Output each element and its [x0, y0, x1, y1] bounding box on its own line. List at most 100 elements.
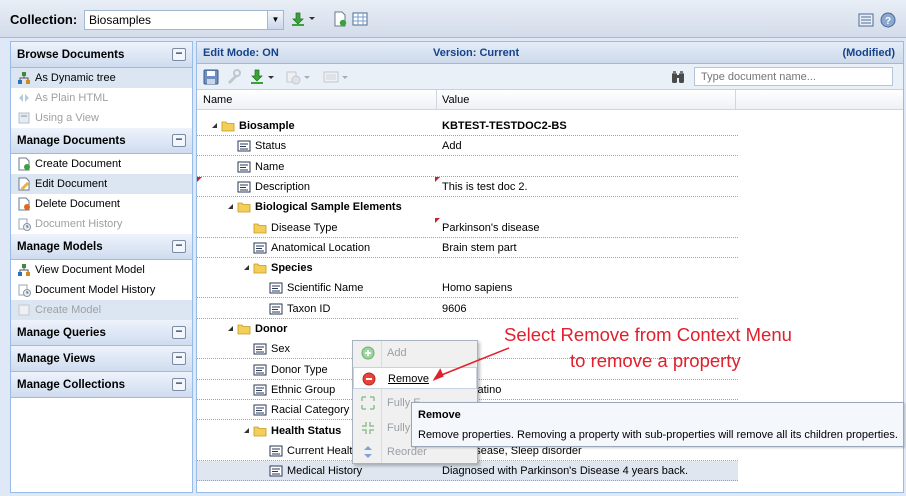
collection-bar: Collection: Biosamples ▼ ?	[0, 0, 906, 38]
expand-toggle-icon[interactable]	[227, 203, 234, 210]
sidebar-item-edit-document[interactable]: Edit Document	[11, 174, 192, 194]
collapse-icon[interactable]: −	[172, 47, 186, 61]
sidebar-item-label: Delete Document	[35, 198, 120, 210]
chevron-down-icon[interactable]	[267, 72, 275, 82]
tree-row-name: Donor Type	[271, 363, 328, 376]
tree-row-value[interactable]: 9606	[442, 303, 466, 315]
collapse-icon[interactable]: −	[172, 239, 186, 253]
collapse-icon[interactable]: −	[172, 377, 186, 391]
property-icon	[253, 343, 267, 355]
history-icon[interactable]	[285, 69, 301, 85]
instruction-annotation: Select Remove from Context Menu to remov…	[504, 322, 792, 374]
sidebar-item-view-document-model[interactable]: View Document Model	[11, 260, 192, 280]
property-icon	[269, 282, 283, 294]
sidebar-section-manage-collections[interactable]: Manage Collections −	[11, 372, 192, 398]
download-icon[interactable]	[249, 69, 265, 85]
sidebar-section-browse-documents[interactable]: Browse Documents −	[11, 42, 192, 68]
property-icon	[237, 140, 251, 152]
tree-row[interactable]: Name	[197, 157, 738, 177]
collapse-icon[interactable]: −	[172, 325, 186, 339]
save-icon[interactable]	[203, 69, 219, 85]
collapse-icon	[362, 422, 374, 434]
sidebar-section-manage-models[interactable]: Manage Models −	[11, 234, 192, 260]
tree-row-value[interactable]: Homo sapiens	[442, 282, 512, 294]
chevron-down-icon[interactable]	[308, 13, 316, 23]
help-icon[interactable]: ?	[880, 12, 896, 28]
sidebar-item-label: Create Model	[35, 304, 102, 316]
tree-row-name: Biological Sample Elements	[255, 201, 402, 214]
collapse-icon[interactable]: −	[172, 133, 186, 147]
property-icon	[253, 404, 267, 416]
tree-row[interactable]: Taxon ID 9606	[197, 299, 738, 319]
expand-toggle-icon[interactable]	[227, 325, 234, 332]
sidebar-item-as-dynamic-tree[interactable]: As Dynamic tree	[11, 68, 192, 88]
document-name-search-input[interactable]	[694, 67, 893, 86]
add-document-icon[interactable]	[332, 11, 348, 27]
download-icon[interactable]	[290, 11, 306, 27]
column-divider[interactable]	[735, 90, 736, 110]
delete-document-icon	[18, 197, 30, 211]
tree-row-name: Taxon ID	[287, 302, 331, 315]
sidebar-section-manage-documents[interactable]: Manage Documents −	[11, 128, 192, 154]
expand-toggle-icon[interactable]	[243, 264, 250, 271]
column-header-value[interactable]: Value	[442, 94, 469, 106]
column-header-name[interactable]: Name	[203, 94, 232, 106]
tree-row-name: Donor	[255, 323, 288, 335]
tree-row-name: Anatomical Location	[271, 241, 371, 254]
tree-row-name: Scientific Name	[287, 282, 364, 295]
property-icon	[269, 303, 283, 315]
expand-toggle-icon[interactable]	[243, 427, 250, 434]
collection-selected-value: Biosamples	[89, 13, 152, 27]
chevron-down-icon[interactable]	[341, 72, 349, 82]
sidebar-section-title: Manage Models	[17, 241, 103, 253]
modified-marker	[435, 217, 440, 223]
tree-row-value[interactable]: Parkinson's disease	[442, 222, 540, 234]
folder-icon	[253, 263, 267, 274]
tree-row[interactable]: Status Add	[197, 136, 738, 157]
tree-row[interactable]: Disease Type Parkinson's disease	[197, 217, 738, 238]
chevron-down-icon[interactable]	[303, 72, 311, 82]
tree-row[interactable]: Medical History Diagnosed with Parkinson'…	[197, 461, 738, 482]
tree-icon	[18, 264, 30, 276]
tree-row[interactable]: Species	[197, 258, 738, 278]
expand-toggle-icon[interactable]	[211, 122, 218, 129]
tree-row-value[interactable]: Brain stem part	[442, 242, 517, 254]
context-menu-item-label: Remove	[388, 373, 429, 385]
create-document-icon	[18, 157, 30, 171]
view-icon[interactable]	[323, 69, 339, 85]
sidebar-item-create-document[interactable]: Create Document	[11, 154, 192, 174]
layout-icon[interactable]	[858, 12, 874, 28]
sidebar-item-document-model-history[interactable]: Document Model History	[11, 280, 192, 300]
sidebar-item-as-plain-html: As Plain HTML	[11, 88, 192, 108]
tree-row-name: Disease Type	[271, 221, 338, 234]
tree-row-value[interactable]: Diagnosed with Parkinson's Disease 4 yea…	[442, 465, 688, 477]
chevron-down-icon[interactable]: ▼	[267, 11, 283, 29]
sidebar-section-title: Manage Views	[17, 353, 96, 365]
tree-row-value[interactable]: This is test doc 2.	[442, 181, 528, 193]
tools-icon[interactable]	[225, 69, 241, 85]
tree-row[interactable]: Description This is test doc 2.	[197, 176, 738, 197]
sidebar-item-delete-document[interactable]: Delete Document	[11, 194, 192, 214]
tree-row[interactable]: Scientific Name Homo sapiens	[197, 278, 738, 299]
grid-icon[interactable]	[352, 11, 368, 27]
tree-row[interactable]: Anatomical Location Brain stem part	[197, 238, 738, 258]
editor-toolbar	[197, 64, 903, 90]
binoculars-icon	[672, 71, 684, 83]
tree-row-name: Status	[255, 140, 287, 153]
annotation-arrow	[432, 347, 510, 382]
tree-row[interactable]: Biosample KBTEST-TESTDOC2-BS	[197, 116, 738, 136]
column-divider[interactable]	[436, 90, 437, 110]
sidebar-item-label: As Dynamic tree	[35, 72, 116, 84]
collapse-icon[interactable]: −	[172, 351, 186, 365]
modified-marker	[435, 176, 440, 182]
history-icon	[18, 218, 31, 231]
tree-column-header: Name Value	[197, 90, 903, 110]
collection-select[interactable]: Biosamples ▼	[84, 10, 284, 30]
tree-row[interactable]: Biological Sample Elements	[197, 197, 738, 217]
property-icon	[253, 242, 267, 254]
sidebar-section-manage-views[interactable]: Manage Views −	[11, 346, 192, 372]
remove-icon	[362, 372, 376, 386]
tree-row-value[interactable]: KBTEST-TESTDOC2-BS	[442, 120, 567, 132]
sidebar-section-manage-queries[interactable]: Manage Queries −	[11, 320, 192, 346]
tree-row-value[interactable]: Add	[442, 140, 462, 152]
